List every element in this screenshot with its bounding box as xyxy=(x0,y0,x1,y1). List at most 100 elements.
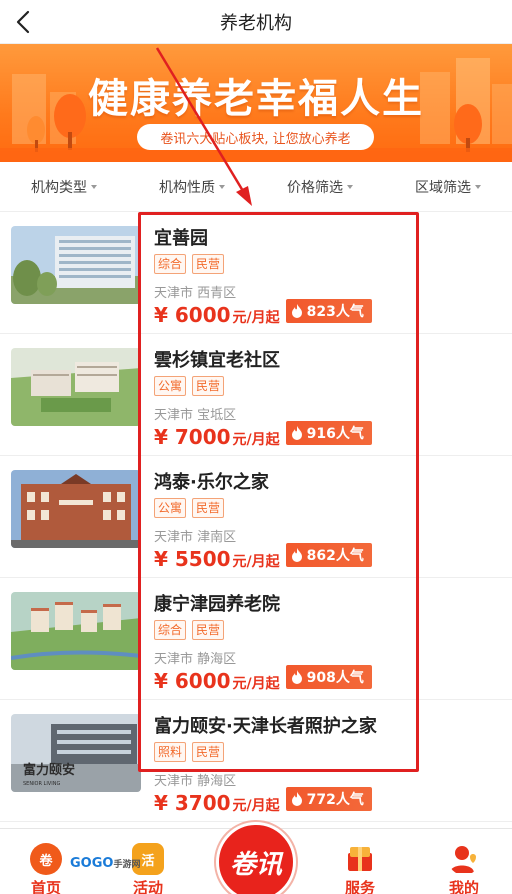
calendar-icon-glyph: 活 xyxy=(141,853,155,869)
popularity-count: 916人气 xyxy=(306,426,364,442)
facility-photo xyxy=(11,592,141,670)
center-brand-button[interactable]: 卷讯 xyxy=(216,822,296,894)
price: ¥ 3700 xyxy=(154,791,231,815)
popularity-badge: 916人气 xyxy=(285,421,372,445)
watermark: GOGO手游网 xyxy=(70,856,140,871)
facility-location: 天津市 静海区 xyxy=(154,774,237,789)
facility-name: 雲杉镇宜老社区 xyxy=(154,350,280,371)
price: ¥ 7000 xyxy=(154,425,231,449)
list-item[interactable]: 宜善园 综合 民营 天津市 西青区 ¥ 6000 元/月起 823人气 xyxy=(0,212,512,334)
tag: 照料 xyxy=(154,742,187,762)
filter-bar: 机构类型 机构性质 价格筛选 区域筛选 xyxy=(0,162,512,212)
popularity-count: 823人气 xyxy=(306,304,364,320)
gift-box-icon xyxy=(348,847,372,871)
page-title: 养老机构 xyxy=(220,12,292,34)
popularity-badge: 823人气 xyxy=(285,299,372,323)
price-unit: 元/月起 xyxy=(232,310,280,326)
price-line: ¥ 3700 元/月起 772人气 xyxy=(154,787,372,815)
flame-icon xyxy=(291,792,302,806)
nav-service[interactable]: 服务 xyxy=(320,829,400,894)
facility-name: 鸿泰·乐尔之家 xyxy=(154,472,269,493)
list-item[interactable]: 康宁津园养老院 综合 民营 天津市 静海区 ¥ 6000 元/月起 908人气 xyxy=(0,578,512,700)
filter-price[interactable]: 价格筛选 xyxy=(256,177,384,197)
filter-region[interactable]: 区域筛选 xyxy=(384,177,512,197)
promo-banner[interactable]: 健康养老幸福人生 卷讯六大贴心板块, 让您放心养老 xyxy=(0,44,512,162)
list-item[interactable]: 雲杉镇宜老社区 公寓 民营 天津市 宝坻区 ¥ 7000 元/月起 916人气 xyxy=(0,334,512,456)
price-unit: 元/月起 xyxy=(232,432,280,448)
popularity-badge: 908人气 xyxy=(285,665,372,689)
home-icon: 卷 xyxy=(30,843,62,875)
list-item[interactable]: 鸿泰·乐尔之家 公寓 民营 天津市 津南区 ¥ 5500 元/月起 862人气 xyxy=(0,456,512,578)
facility-location: 天津市 西青区 xyxy=(154,286,237,301)
tag: 民营 xyxy=(192,498,225,518)
tag: 民营 xyxy=(192,254,225,274)
tag: 民营 xyxy=(192,620,225,640)
tag: 综合 xyxy=(154,254,187,274)
flame-icon xyxy=(291,548,302,562)
tag: 公寓 xyxy=(154,376,187,396)
banner-title: 健康养老幸福人生 xyxy=(88,76,424,122)
app-screen: 养老机构 健康养老幸福人生 卷讯六大贴心板块, 让您放心养老 机构类型 机构性质 xyxy=(0,0,512,894)
facility-photo xyxy=(11,470,141,548)
price-unit: 元/月起 xyxy=(232,798,280,814)
popularity-count: 862人气 xyxy=(306,548,364,564)
popularity-count: 908人气 xyxy=(306,670,364,686)
filter-label: 区域筛选 xyxy=(415,179,471,196)
watermark-sub: 手游网 xyxy=(113,860,141,870)
popularity-badge: 862人气 xyxy=(285,543,372,567)
price-line: ¥ 6000 元/月起 908人气 xyxy=(154,665,372,693)
popularity-badge: 772人气 xyxy=(285,787,372,811)
nav-service-label: 服务 xyxy=(344,879,375,894)
thumb-caption-sub: SENIOR LIVING xyxy=(23,781,60,787)
facility-photo xyxy=(11,226,141,304)
tag-group: 综合 民营 xyxy=(154,254,225,274)
thumb-caption: 富力颐安 xyxy=(23,762,75,778)
nav-activity-label: 活动 xyxy=(132,879,163,894)
price: ¥ 6000 xyxy=(154,303,231,327)
facility-photo xyxy=(11,348,141,426)
tag-group: 综合 民营 xyxy=(154,620,225,640)
flame-icon xyxy=(291,304,302,318)
tag-group: 公寓 民营 xyxy=(154,376,225,396)
nav-mine[interactable]: 我的 xyxy=(424,829,504,894)
watermark-text: GOGO xyxy=(70,856,114,871)
filter-type[interactable]: 机构类型 xyxy=(0,177,128,197)
price-unit: 元/月起 xyxy=(232,676,280,692)
home-icon-glyph: 卷 xyxy=(39,853,53,869)
banner-subtitle: 卷讯六大贴心板块, 让您放心养老 xyxy=(137,124,374,150)
caret-down-icon xyxy=(219,184,225,189)
facility-location: 天津市 宝坻区 xyxy=(154,408,237,423)
facility-name: 富力颐安·天津长者照护之家 xyxy=(154,716,377,737)
flame-icon xyxy=(291,426,302,440)
facility-name: 康宁津园养老院 xyxy=(154,594,280,615)
price: ¥ 6000 xyxy=(154,669,231,693)
facility-list: 宜善园 综合 民营 天津市 西青区 ¥ 6000 元/月起 823人气 雲杉镇宜… xyxy=(0,212,512,822)
caret-down-icon xyxy=(475,184,481,189)
nav-home-label: 首页 xyxy=(30,879,61,894)
facility-name: 宜善园 xyxy=(154,228,208,249)
filter-label: 价格筛选 xyxy=(287,179,343,196)
tag: 民营 xyxy=(192,742,225,762)
popularity-count: 772人气 xyxy=(306,792,364,808)
price-line: ¥ 5500 元/月起 862人气 xyxy=(154,543,372,571)
tag-group: 照料 民营 xyxy=(154,742,225,762)
user-icon xyxy=(450,846,476,873)
list-item[interactable]: 富力颐安 SENIOR LIVING 富力颐安·天津长者照护之家 照料 民营 天… xyxy=(0,700,512,822)
caret-down-icon xyxy=(347,184,353,189)
facility-location: 天津市 津南区 xyxy=(154,530,237,545)
price-unit: 元/月起 xyxy=(232,554,280,570)
tag: 公寓 xyxy=(154,498,187,518)
caret-down-icon xyxy=(91,184,97,189)
price-line: ¥ 7000 元/月起 916人气 xyxy=(154,421,372,449)
filter-nature[interactable]: 机构性质 xyxy=(128,177,256,197)
nav-mine-label: 我的 xyxy=(448,879,479,894)
filter-label: 机构性质 xyxy=(159,179,215,196)
facility-photo: 富力颐安 SENIOR LIVING xyxy=(11,714,141,792)
price-line: ¥ 6000 元/月起 823人气 xyxy=(154,299,372,327)
center-brand-label: 卷讯 xyxy=(229,849,282,880)
tag-group: 公寓 民营 xyxy=(154,498,225,518)
tag: 综合 xyxy=(154,620,187,640)
back-arrow-icon[interactable] xyxy=(8,6,40,38)
top-bar: 养老机构 xyxy=(0,0,512,44)
tag: 民营 xyxy=(192,376,225,396)
